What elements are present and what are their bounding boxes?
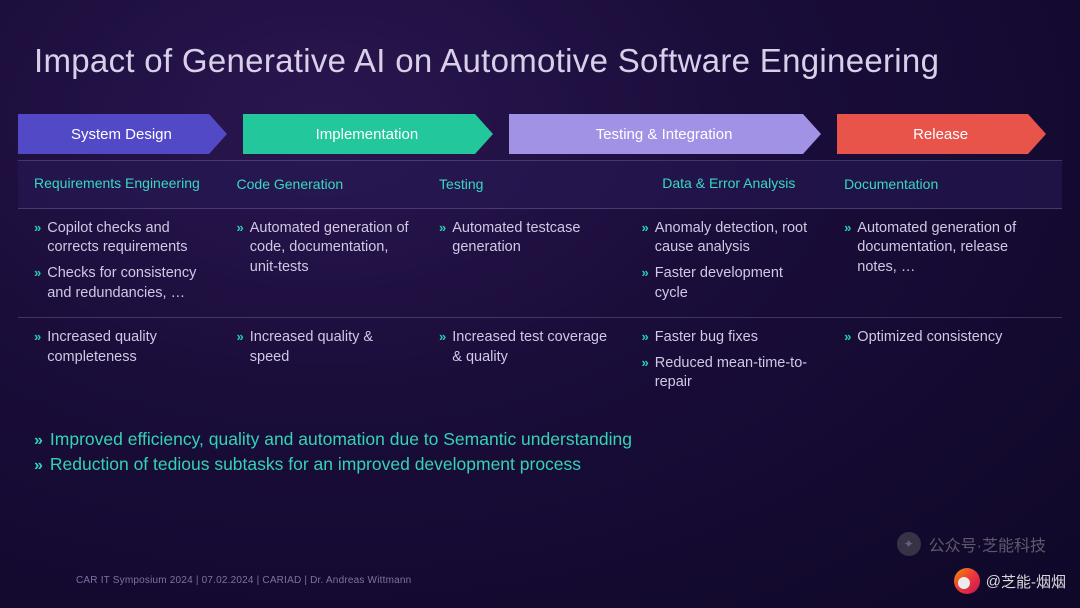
chevron-icon: » <box>439 219 444 258</box>
chevron-icon: » <box>642 219 647 258</box>
phase-arrows-row: System Design Implementation Testing & I… <box>18 114 1062 154</box>
watermark-weibo: @芝能-烟烟 <box>954 568 1066 594</box>
footer-meta: CAR IT Symposium 2024 | 07.02.2024 | CAR… <box>76 575 411 586</box>
detail-text: Automated generation of code, documentat… <box>250 219 411 278</box>
benefit-cell: »Increased quality completeness <box>18 318 221 407</box>
detail-cell-requirements: »Copilot checks and corrects requirement… <box>18 209 221 317</box>
chevron-icon: » <box>844 219 849 278</box>
phase-label: System Design <box>71 126 172 143</box>
subhead-documentation: Documentation <box>828 161 1062 208</box>
summary-text: Improved efficiency, quality and automat… <box>50 429 443 449</box>
benefit-row: »Increased quality completeness »Increas… <box>18 318 1062 407</box>
watermark-prefix: @ <box>986 573 1001 590</box>
benefit-text: Faster bug fixes <box>655 328 758 348</box>
benefit-text: Increased test coverage & quality <box>452 328 613 367</box>
detail-text: Automated testcase generation <box>452 219 613 258</box>
chevron-icon: » <box>237 328 242 367</box>
benefit-text: Increased quality completeness <box>47 328 208 367</box>
summary-text: Reduction of tedious subtasks for an imp… <box>50 454 581 475</box>
benefit-text: Increased quality & speed <box>250 328 411 367</box>
summary-line: » Reduction of tedious subtasks for an i… <box>34 454 1062 475</box>
benefit-cell: »Increased test coverage & quality <box>423 318 626 407</box>
phase-arrow-release: Release <box>837 114 1044 154</box>
phase-arrow-implementation: Implementation <box>243 114 491 154</box>
chevron-icon: » <box>34 432 40 450</box>
detail-cell-code-generation: »Automated generation of code, documenta… <box>221 209 424 317</box>
chevron-icon: » <box>642 328 647 348</box>
chevron-icon: » <box>34 457 40 475</box>
chevron-icon: » <box>439 328 444 367</box>
subhead-testing: Testing <box>423 161 626 208</box>
summary-block: » Improved efficiency, quality and autom… <box>18 429 1062 475</box>
benefit-text: Optimized consistency <box>857 328 1002 348</box>
phase-label: Testing & Integration <box>596 126 733 143</box>
detail-cell-testing: »Automated testcase generation <box>423 209 626 317</box>
detail-text: Anomaly detection, root cause analysis <box>655 219 816 258</box>
chevron-icon: » <box>34 219 39 258</box>
summary-bold: Semantic understanding <box>443 429 632 449</box>
detail-text: Checks for consistency and redundancies,… <box>47 264 208 303</box>
detail-row: »Copilot checks and corrects requirement… <box>18 209 1062 318</box>
content-area: System Design Implementation Testing & I… <box>0 114 1080 475</box>
phase-label: Release <box>913 126 968 143</box>
detail-text: Faster development cycle <box>655 264 816 303</box>
detail-cell-analysis: »Anomaly detection, root cause analysis … <box>626 209 829 317</box>
watermark-text: 公众号·芝能科技 <box>929 532 1046 556</box>
chevron-icon: » <box>844 328 849 348</box>
chevron-icon: » <box>237 219 242 278</box>
benefit-cell: »Faster bug fixes »Reduced mean-time-to-… <box>626 318 829 407</box>
subhead-code-generation: Code Generation <box>221 161 424 208</box>
wechat-icon: ✦ <box>897 532 921 556</box>
chevron-icon: » <box>34 264 39 303</box>
chevron-icon: » <box>34 328 39 367</box>
phase-arrow-testing-integration: Testing & Integration <box>509 114 819 154</box>
benefit-cell: »Increased quality & speed <box>221 318 424 407</box>
watermark-handle: 芝能-烟烟 <box>1001 571 1066 592</box>
benefit-text: Reduced mean-time-to-repair <box>655 354 816 393</box>
chevron-icon: » <box>642 354 647 393</box>
weibo-icon <box>954 568 980 594</box>
summary-line: » Improved efficiency, quality and autom… <box>34 429 1062 450</box>
watermark-wechat: ✦ 公众号·芝能科技 <box>897 532 1046 556</box>
subhead-row: Requirements Engineering Code Generation… <box>18 161 1062 209</box>
detail-cell-documentation: »Automated generation of documentation, … <box>828 209 1062 317</box>
phase-arrow-system-design: System Design <box>18 114 225 154</box>
detail-text: Copilot checks and corrects requirements <box>47 219 208 258</box>
subhead-requirements: Requirements Engineering <box>18 161 221 208</box>
subhead-data-error-analysis: Data & Error Analysis <box>626 161 829 208</box>
detail-text: Automated generation of documentation, r… <box>857 219 1050 278</box>
phase-label: Implementation <box>316 126 419 143</box>
page-title: Impact of Generative AI on Automotive So… <box>0 0 1080 90</box>
benefit-cell: » Optimized consistency <box>828 318 1062 407</box>
chevron-icon: » <box>642 264 647 303</box>
